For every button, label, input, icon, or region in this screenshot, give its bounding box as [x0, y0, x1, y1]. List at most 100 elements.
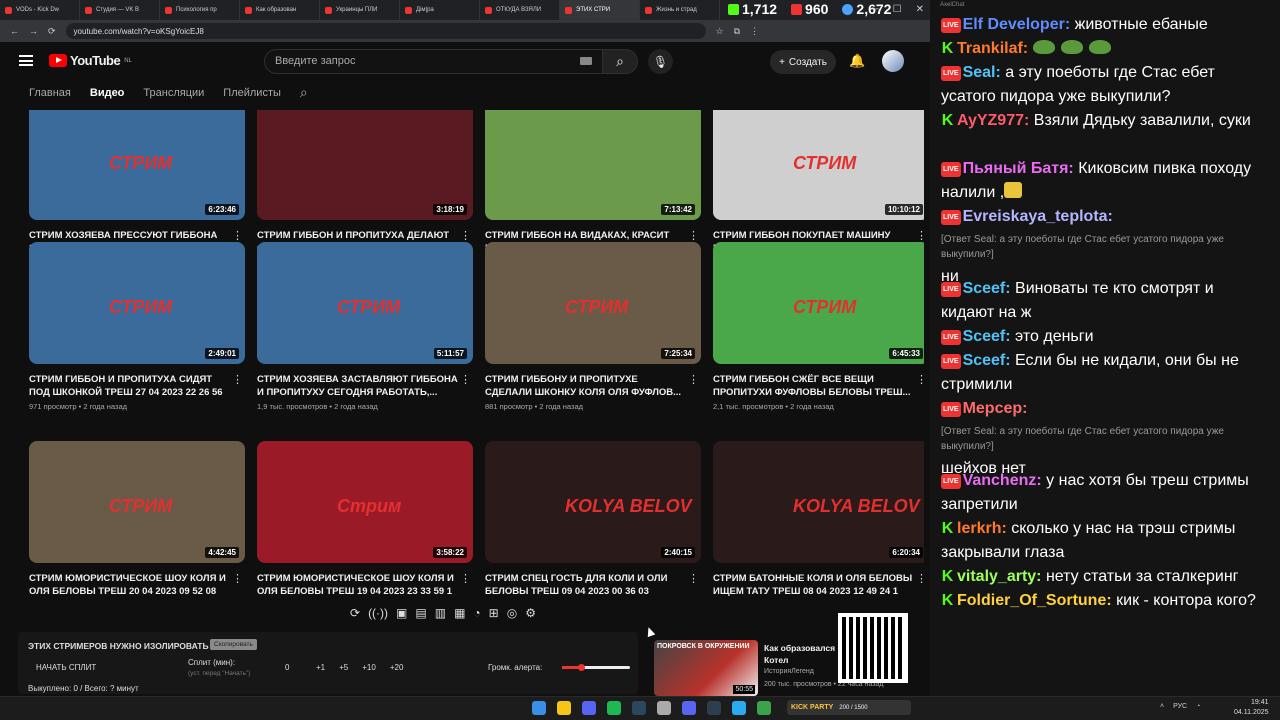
more-options-icon[interactable]: ⋮ [688, 229, 699, 242]
chat-username[interactable]: Пьяный Батя: [963, 160, 1074, 177]
browser-tab[interactable]: Украинцы ПЛИ [320, 0, 400, 20]
recommended-channel[interactable]: ИсторияЛегенд [764, 668, 814, 675]
copy-button[interactable]: Скопировать [210, 639, 257, 650]
forward-icon[interactable]: → [29, 26, 38, 36]
chat-username[interactable]: Vanchenz: [963, 472, 1042, 489]
chat-username[interactable]: Sceef: [963, 328, 1011, 345]
video-title[interactable]: СТРИМ ЮМОРИСТИЧЕСКОЕ ШОУ КОЛЯ И ОЛЯ БЕЛО… [29, 572, 245, 598]
step-5-button[interactable]: +5 [339, 663, 348, 672]
bookmark-icon[interactable]: ☆ [716, 26, 724, 37]
video-card[interactable]: СТРИМ 7:25:34 СТРИМ ГИББОНУ И ПРОПИТУХЕ СД… [485, 242, 701, 411]
reload-icon[interactable]: ⟳ [48, 26, 56, 37]
video-title[interactable]: СТРИМ ХОЗЯЕВА ЗАСТАВЛЯЮТ ГИББОНА И ПРОПИ… [257, 373, 473, 399]
more-options-icon[interactable]: ⋮ [232, 373, 243, 386]
video-title[interactable]: СТРИМ СПЕЦ ГОСТЬ ДЛЯ КОЛИ И ОЛИ БЕЛОВЫ Т… [485, 572, 701, 598]
tab-videos[interactable]: Видео [90, 87, 125, 99]
browser-tab[interactable]: Дiм|ра [400, 0, 480, 20]
mic-icon[interactable]: 🎙 [648, 49, 673, 74]
recommended-thumbnail[interactable]: ПОКРОВСК В ОКРУЖЕНИИ 50:55 [654, 640, 758, 696]
player-tool-icon[interactable]: ▣ [396, 606, 407, 620]
player-tool-icon[interactable]: ◎ [507, 606, 517, 620]
player-tool-icon[interactable]: ((·)) [368, 606, 388, 620]
browser-tab[interactable]: VODs - Kick Dw [0, 0, 80, 20]
video-thumbnail[interactable]: KOLYA BELOV 6:20:34 [713, 441, 924, 563]
chat-username[interactable]: Sceef: [963, 352, 1011, 369]
video-thumbnail[interactable]: СТРИМ 7:25:34 [485, 242, 701, 364]
volume-slider[interactable] [562, 664, 630, 671]
browser-tab[interactable]: Как образован [240, 0, 320, 20]
taskbar-app-icon[interactable] [557, 701, 571, 715]
chat-username[interactable]: Evreiskaya_teplota: [963, 208, 1113, 225]
chat-username[interactable]: Seal: [963, 64, 1001, 81]
video-title[interactable]: СТРИМ ЮМОРИСТИЧЕСКОЕ ШОУ КОЛЯ И ОЛЯ БЕЛО… [257, 572, 473, 598]
video-card[interactable]: СТРИМ 2:49:01 СТРИМ ГИББОН И ПРОПИТУХА СИД… [29, 242, 245, 411]
video-title[interactable]: СТРИМ ГИББОН СЖЁГ ВСЕ ВЕЩИ ПРОПИТУХИ ФУФ… [713, 373, 924, 399]
volume-knob[interactable] [578, 664, 586, 671]
browser-tab[interactable]: Жизнь и страд [640, 0, 720, 20]
chat-username[interactable]: lerkrh: [957, 520, 1007, 537]
channel-search-icon[interactable]: ⌕ [300, 84, 308, 101]
taskbar-app-icon[interactable] [632, 701, 646, 715]
taskbar-app-icon[interactable] [607, 701, 621, 715]
chat-username[interactable]: Foldier_Of_Sortune: [957, 592, 1112, 609]
video-thumbnail[interactable]: 3:18:19 [257, 110, 473, 220]
player-tool-icon[interactable]: ⊞ [489, 606, 499, 620]
video-card[interactable]: KOLYA BELOV 2:40:15 СТРИМ СПЕЦ ГОСТЬ ДЛЯ К… [485, 441, 701, 600]
network-icon[interactable]: ◔ [1196, 703, 1200, 710]
recommended-title[interactable]: Как образовался Котел [764, 642, 840, 666]
bell-icon[interactable]: 🔔 [849, 53, 865, 69]
chat-username[interactable]: Мерсер: [963, 400, 1028, 417]
video-thumbnail[interactable]: СТРИМ 10:10:12 [713, 110, 924, 220]
more-options-icon[interactable]: ⋮ [460, 373, 471, 386]
split-value-field[interactable]: 0 [285, 663, 289, 672]
browser-tab[interactable]: ОТКУДА ВЗЯЛИ [480, 0, 560, 20]
taskbar-app-icon[interactable] [682, 701, 696, 715]
extensions-icon[interactable]: ⧉ [734, 26, 740, 37]
avatar[interactable] [882, 50, 904, 72]
browser-tab[interactable]: Студия — VK B [80, 0, 160, 20]
more-options-icon[interactable]: ⋮ [460, 572, 471, 585]
video-thumbnail[interactable]: 7:13:42 [485, 110, 701, 220]
minimize-button[interactable]: ─ [872, 4, 879, 15]
more-options-icon[interactable]: ⋮ [916, 373, 924, 386]
player-tool-icon[interactable]: ▥ [435, 606, 446, 620]
taskbar-app-icon[interactable] [532, 701, 546, 715]
maximize-button[interactable]: ☐ [893, 4, 902, 15]
video-thumbnail[interactable]: KOLYA BELOV 2:40:15 [485, 441, 701, 563]
step-1-button[interactable]: +1 [316, 663, 325, 672]
search-input[interactable]: Введите запрос [264, 49, 604, 74]
browser-tab[interactable]: Психология пр [160, 0, 240, 20]
chat-username[interactable]: vitaly_arty: [957, 568, 1042, 585]
hamburger-menu-icon[interactable] [19, 55, 33, 66]
more-options-icon[interactable]: ⋮ [460, 229, 471, 242]
more-options-icon[interactable]: ⋮ [916, 229, 924, 242]
player-tool-icon[interactable]: ▤ [415, 606, 426, 620]
more-options-icon[interactable]: ⋮ [688, 572, 699, 585]
url-input[interactable]: youtube.com/watch?v=oKSgYoicEJ8 [65, 23, 706, 39]
more-options-icon[interactable]: ⋮ [688, 373, 699, 386]
chat-username[interactable]: Trankilaf: [957, 40, 1028, 57]
video-card[interactable]: СТРИМ 6:45:33 СТРИМ ГИББОН СЖЁГ ВСЕ ВЕЩИ П… [713, 242, 924, 411]
video-thumbnail[interactable]: СТРИМ 2:49:01 [29, 242, 245, 364]
browser-tab[interactable]: ЭТИХ СТРИ [560, 0, 640, 20]
more-options-icon[interactable]: ⋮ [232, 572, 243, 585]
video-title[interactable]: СТРИМ ГИББОНУ И ПРОПИТУХЕ СДЕЛАЛИ ШКОНКУ… [485, 373, 701, 399]
more-options-icon[interactable]: ⋮ [232, 229, 243, 242]
video-thumbnail[interactable]: Стрим 3:58:22 [257, 441, 473, 563]
video-title[interactable]: СТРИМ БАТОННЫЕ КОЛЯ И ОЛЯ БЕЛОВЫ ИЩЕМ ТА… [713, 572, 924, 598]
player-tool-icon[interactable]: ▦ [454, 606, 465, 620]
search-button[interactable]: ⌕ [602, 49, 638, 74]
taskbar-app-icon[interactable] [757, 701, 771, 715]
taskbar-app-icon[interactable] [657, 701, 671, 715]
video-thumbnail[interactable]: СТРИМ 4:42:45 [29, 441, 245, 563]
step-10-button[interactable]: +10 [362, 663, 376, 672]
tab-playlists[interactable]: Плейлисты [223, 87, 281, 99]
close-window-button[interactable]: ✕ [916, 4, 924, 15]
chat-username[interactable]: Sceef: [963, 280, 1011, 297]
video-title[interactable]: СТРИМ ГИББОН И ПРОПИТУХА СИДЯТ ПОД ШКОНК… [29, 373, 245, 399]
start-split-button[interactable]: НАЧАТЬ СПЛИТ [36, 663, 96, 672]
taskbar-app-icon[interactable] [707, 701, 721, 715]
create-button[interactable]: + Создать [770, 50, 836, 74]
taskbar-app-icon[interactable] [732, 701, 746, 715]
menu-icon[interactable]: ⋮ [750, 26, 759, 37]
